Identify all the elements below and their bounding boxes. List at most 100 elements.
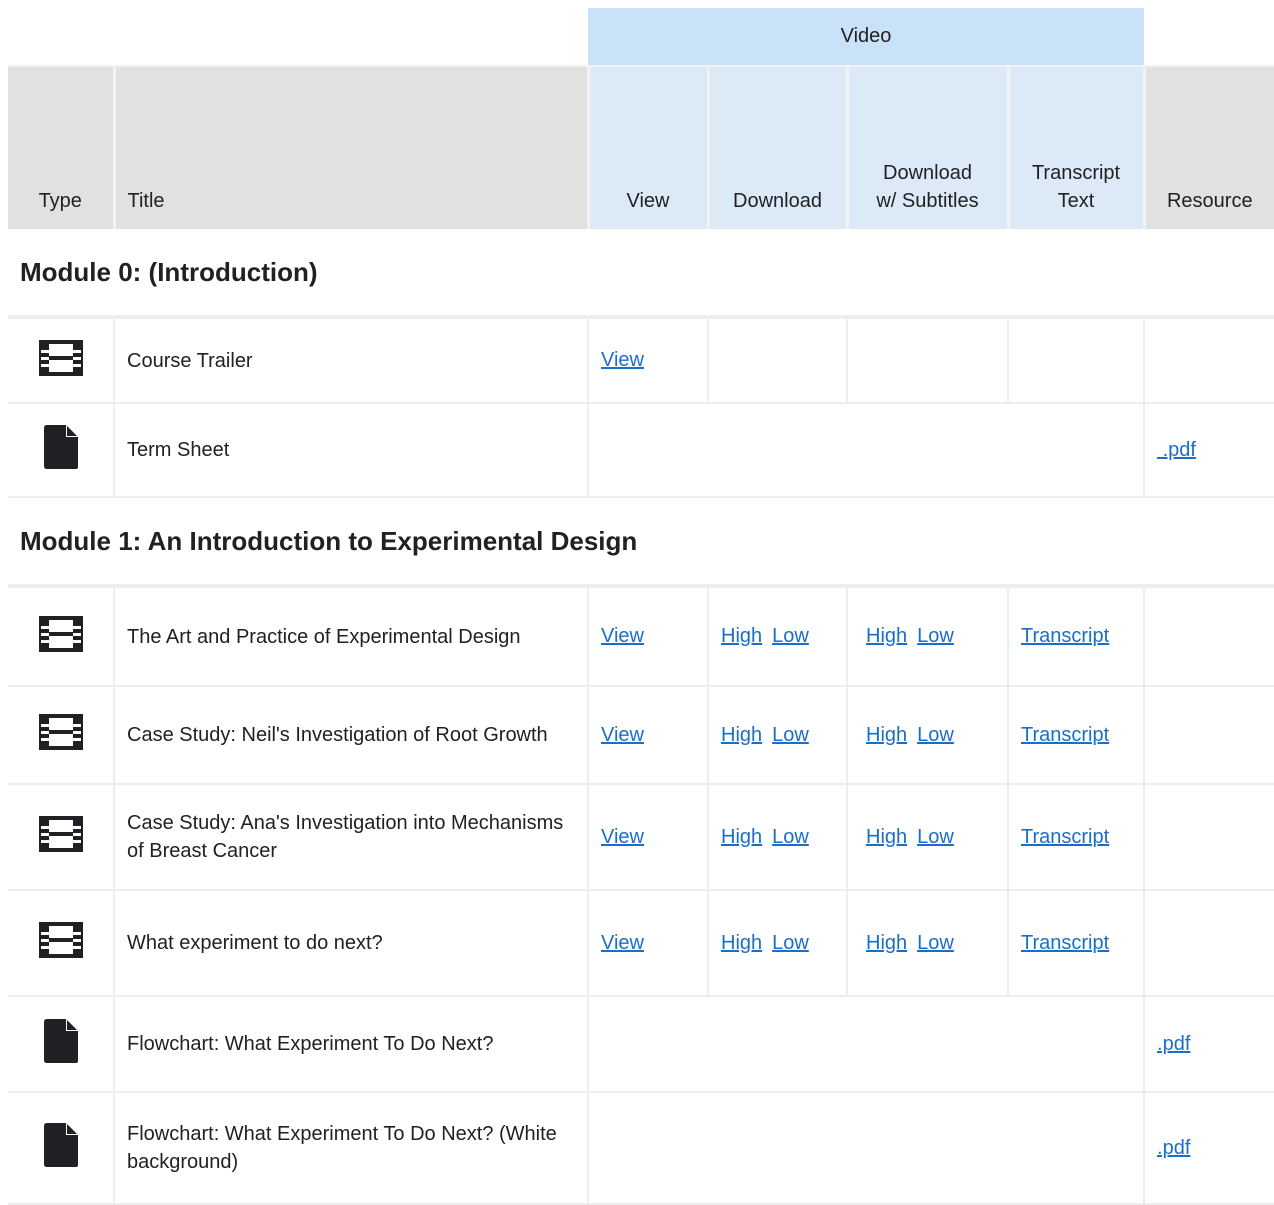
download-subtitles-high-link[interactable]: High (866, 724, 907, 746)
transcript-cell: Transcript (1008, 784, 1146, 891)
view-link[interactable]: View (601, 826, 644, 848)
download-high-link[interactable]: High (721, 826, 762, 848)
module-title: Module 1: An Introduction to Experimenta… (8, 497, 1274, 588)
resource-cell (1144, 890, 1274, 997)
resource-cell (1144, 586, 1274, 687)
view-link[interactable]: View (601, 724, 644, 746)
video-span-cell (588, 1092, 1146, 1205)
resource-cell (1144, 784, 1274, 891)
resource-cell: .pdf (1144, 996, 1274, 1093)
header-spacer-right (1144, 8, 1274, 66)
film-icon (38, 714, 83, 756)
view-cell: View (588, 890, 709, 997)
film-icon (38, 816, 83, 858)
column-header-title: Title (114, 65, 590, 229)
table-row: Flowchart: What Experiment To Do Next? (… (8, 1092, 1274, 1205)
transcript-link[interactable]: Transcript (1021, 724, 1109, 746)
transcript-link[interactable]: Transcript (1021, 625, 1109, 647)
film-icon (38, 615, 83, 658)
transcript-cell: Transcript (1008, 586, 1146, 687)
download-high-link[interactable]: High (721, 724, 762, 746)
view-link[interactable]: View (601, 932, 644, 954)
view-cell: View (588, 784, 709, 891)
view-link[interactable]: View (601, 625, 644, 647)
header-spacer (8, 8, 588, 66)
view-cell: View (588, 686, 709, 785)
download-cell: High Low (708, 586, 848, 687)
download-high-link[interactable]: High (721, 932, 762, 954)
document-icon (43, 1019, 78, 1069)
resource-pdf-link[interactable]: .pdf (1157, 1137, 1190, 1159)
download-low-link[interactable]: Low (772, 625, 809, 647)
table-row: Case Study: Ana's Investigation into Mec… (8, 784, 1274, 891)
resource-cell: .pdf (1144, 403, 1274, 498)
download-subtitles-high-link[interactable]: High (866, 826, 907, 848)
resource-pdf-link[interactable]: .pdf (1157, 1033, 1190, 1055)
type-cell (8, 784, 115, 891)
item-title: What experiment to do next? (114, 890, 589, 997)
download-cell (708, 317, 848, 404)
column-header-type: Type (8, 65, 116, 229)
view-cell: View (588, 317, 709, 404)
column-header-download-subtitles-line1: Download (883, 162, 972, 184)
download-subtitles-low-link[interactable]: Low (917, 625, 954, 647)
resource-pdf-link[interactable]: .pdf (1157, 439, 1196, 461)
column-header-transcript: Transcript Text (1008, 65, 1146, 229)
video-span-cell (588, 996, 1146, 1093)
document-icon (43, 425, 78, 475)
transcript-link[interactable]: Transcript (1021, 826, 1109, 848)
download-cell: High Low (708, 784, 848, 891)
column-header-transcript-line1: Transcript (1031, 162, 1121, 184)
transcript-cell: Transcript (1008, 686, 1146, 785)
transcript-link[interactable]: Transcript (1021, 932, 1109, 954)
transcript-cell (1008, 317, 1146, 404)
download-subtitles-high-link[interactable]: High (866, 932, 907, 954)
resource-cell (1144, 686, 1274, 785)
download-low-link[interactable]: Low (772, 932, 809, 954)
download-subtitles-low-link[interactable]: Low (917, 724, 954, 746)
view-link[interactable]: View (601, 349, 644, 371)
item-title: The Art and Practice of Experimental Des… (114, 586, 589, 687)
course-materials-page: Video Type Title View Download Download … (8, 8, 1274, 1205)
item-title: Term Sheet (114, 403, 589, 498)
module-header-row: Module 0: (Introduction) (8, 229, 1274, 319)
video-span-cell (588, 403, 1146, 498)
film-icon (38, 339, 83, 382)
module-header-row: Module 1: An Introduction to Experimenta… (8, 497, 1274, 588)
download-high-link[interactable]: High (721, 625, 762, 647)
column-header-resource: Resource (1144, 65, 1274, 229)
view-cell: View (588, 586, 709, 687)
table-row: Flowchart: What Experiment To Do Next? .p… (8, 996, 1274, 1093)
type-cell (8, 890, 115, 997)
type-cell (8, 686, 115, 785)
column-header-download-subtitles-line2: w/ Subtitles (876, 190, 979, 212)
download-subtitles-cell (847, 317, 1009, 404)
download-low-link[interactable]: Low (772, 724, 809, 746)
item-title: Course Trailer (114, 317, 589, 404)
download-subtitles-high-link[interactable]: High (866, 625, 907, 647)
type-cell (8, 586, 115, 687)
column-header-transcript-line2: Text (1057, 190, 1095, 212)
download-low-link[interactable]: Low (772, 826, 809, 848)
column-header-download-subtitles: Download w/ Subtitles (847, 65, 1010, 229)
download-subtitles-low-link[interactable]: Low (917, 932, 954, 954)
item-title: Case Study: Neil's Investigation of Root… (114, 686, 589, 785)
table-row: Course Trailer View (8, 317, 1274, 404)
table-row: Case Study: Neil's Investigation of Root… (8, 686, 1274, 785)
column-header-view: View (588, 65, 710, 229)
type-cell (8, 403, 115, 498)
download-subtitles-low-link[interactable]: Low (917, 826, 954, 848)
course-materials-table: Video Type Title View Download Download … (8, 8, 1274, 1205)
module-title: Module 0: (Introduction) (8, 229, 1274, 319)
download-subtitles-cell: High Low (847, 586, 1009, 687)
type-cell (8, 317, 115, 404)
download-cell: High Low (708, 686, 848, 785)
type-cell (8, 996, 115, 1093)
video-group-header: Video (588, 8, 1145, 66)
download-subtitles-cell: High Low (847, 784, 1009, 891)
download-cell: High Low (708, 890, 848, 997)
transcript-cell: Transcript (1008, 890, 1146, 997)
table-row: What experiment to do next? View High Low Hi… (8, 890, 1274, 997)
table-body: Module 0: (Introduction) Course Trailer Vi… (8, 229, 1274, 1205)
item-title: Flowchart: What Experiment To Do Next? (… (114, 1092, 589, 1205)
